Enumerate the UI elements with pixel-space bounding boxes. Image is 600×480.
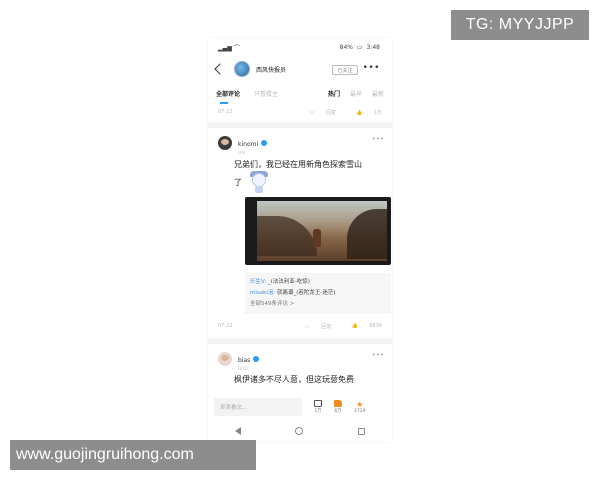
reply-item: misaki泡: 就离谱_(若陀龙王-迷茫) xyxy=(250,288,386,299)
clock: 3:48 xyxy=(366,43,380,51)
sort-earliest[interactable]: 最早 xyxy=(350,89,362,98)
favorite-button[interactable]: ★ 2729 xyxy=(354,399,366,414)
comment-tabs: 全部评论 只看楼主 热门 最早 最新 xyxy=(208,82,392,104)
tab-all-comments[interactable]: 全部评论 xyxy=(216,89,240,104)
sort-hot[interactable]: 热门 xyxy=(328,89,340,98)
username[interactable]: kinomi xyxy=(238,141,258,148)
comment-post: bias LV10 ••• 枫伊诸多不尽人意，但这玩意免费 xyxy=(208,344,392,385)
comment-date: 07-22 xyxy=(218,323,233,329)
thumb-up-icon: 👍 xyxy=(351,322,358,329)
user-level: LV9 xyxy=(238,150,246,155)
sticker-image xyxy=(248,171,270,193)
comment-header: kinomi LV9 xyxy=(218,131,382,155)
comment-actions: ▭ 回复 👍 1万 xyxy=(290,109,382,116)
followed-button[interactable]: 已关注 xyxy=(332,65,358,75)
comment-count-button[interactable]: 1万 xyxy=(314,400,322,414)
reply-author[interactable]: 乐生V: xyxy=(250,279,266,285)
video-thumbnail[interactable] xyxy=(245,197,391,265)
reply-preview[interactable]: 乐生V: _(法法利亚-吃惊) misaki泡: 就离谱_(若陀龙王-迷茫) 全… xyxy=(245,273,391,314)
reply-text: 就离谱_(若陀龙王-迷茫) xyxy=(275,290,336,296)
comment-text-line2: 了 xyxy=(234,171,382,193)
watermark: www.guojingruihong.com xyxy=(10,440,256,470)
verified-badge-icon xyxy=(253,356,260,362)
status-right: 84% ▭ 3:48 xyxy=(340,44,382,51)
reply-label: 回复 xyxy=(325,109,336,116)
like-count: 1万 xyxy=(373,109,382,116)
user-info: bias LV10 xyxy=(238,347,260,371)
like-button[interactable]: 👍 8634 xyxy=(341,323,382,330)
tab-author-only[interactable]: 只看楼主 xyxy=(254,89,278,98)
like-count-button[interactable]: 6万 xyxy=(334,400,342,414)
reply-author[interactable]: misaki泡: xyxy=(250,290,275,296)
nav-home-icon[interactable] xyxy=(295,427,304,435)
comment-text-tail: 了 xyxy=(234,177,242,187)
favorite-count: 2729 xyxy=(354,408,366,414)
avatar[interactable] xyxy=(218,136,232,150)
user-level: LV10 xyxy=(238,366,248,371)
sticker-body xyxy=(255,186,263,193)
user-info: kinomi LV9 xyxy=(238,131,268,155)
phone-screen: ▂▄▆ ⌒ 84% ▭ 3:48 西风快报员 已关注 ••• 全部评论 只看楼主… xyxy=(208,38,392,442)
tg-badge: TG: MYYJJPP xyxy=(451,10,589,40)
topic-avatar[interactable] xyxy=(234,61,250,77)
status-bar: ▂▄▆ ⌒ 84% ▭ 3:48 xyxy=(208,38,392,56)
comment-count: 1万 xyxy=(314,409,322,414)
back-arrow-icon[interactable] xyxy=(214,63,226,75)
bottom-action-bar: 发表看法... 1万 6万 ★ 2729 xyxy=(208,394,392,420)
reply-item: 乐生V: _(法法利亚-吃惊) xyxy=(250,277,386,288)
like-button[interactable]: 👍 1万 xyxy=(346,109,382,116)
comment-meta: 07-22 ▭ 回复 👍 8634 xyxy=(208,320,392,332)
reply-button[interactable]: ▭ 回复 xyxy=(300,109,336,116)
sort-options: 热门 最早 最新 xyxy=(318,89,384,98)
comment-icon xyxy=(314,400,322,407)
avatar[interactable] xyxy=(218,352,232,366)
battery-level: 84% xyxy=(339,43,353,51)
sticker-head xyxy=(252,173,266,187)
comment-date: 07-22 xyxy=(218,109,233,115)
like-total: 6万 xyxy=(334,409,342,414)
comment-header: bias LV10 xyxy=(218,347,382,371)
reply-icon: ▭ xyxy=(305,323,310,330)
like-count: 8634 xyxy=(369,322,382,329)
video-character xyxy=(313,229,321,247)
nav-back-icon[interactable] xyxy=(235,427,242,435)
comment-text: 枫伊诸多不尽人意，但这玩意免费 xyxy=(234,375,354,384)
prev-comment-meta: 07-22 ▭ 回复 👍 1万 xyxy=(208,106,392,118)
more-icon[interactable]: ••• xyxy=(372,135,384,143)
username[interactable]: bias xyxy=(238,357,250,364)
topic-name[interactable]: 西风快报员 xyxy=(256,65,286,74)
reply-text: _(法法利亚-吃惊) xyxy=(266,279,310,285)
all-replies-link[interactable]: 全部549条评论 > xyxy=(250,299,386,310)
comment-actions: ▭ 回复 👍 8634 xyxy=(285,323,382,330)
star-icon: ★ xyxy=(356,399,364,409)
thumb-up-icon: 👍 xyxy=(355,109,363,116)
battery-icon: ▭ xyxy=(356,43,363,51)
comment-post: kinomi LV9 ••• 兄弟们，我已经在用新角色探索雪山 了 乐生V: _… xyxy=(208,128,392,314)
reply-label: 回复 xyxy=(321,323,332,330)
comment-input[interactable]: 发表看法... xyxy=(214,398,302,416)
reply-icon: ▭ xyxy=(309,109,315,116)
verified-badge-icon xyxy=(261,140,268,146)
reply-button[interactable]: ▭ 回复 xyxy=(295,323,331,330)
nav-recents-icon[interactable] xyxy=(357,427,365,435)
thumb-up-icon xyxy=(334,400,342,407)
top-bar: 西风快报员 已关注 ••• xyxy=(208,56,392,82)
more-horizontal-icon[interactable]: ••• xyxy=(363,63,380,73)
video-scene xyxy=(257,201,387,261)
more-icon[interactable]: ••• xyxy=(372,351,384,359)
system-nav-bar xyxy=(208,420,392,442)
signal-icon: ▂▄▆ ⌒ xyxy=(218,44,240,52)
comment-text: 兄弟们，我已经在用新角色探索雪山 xyxy=(234,160,362,169)
sort-latest[interactable]: 最新 xyxy=(372,89,384,98)
signal-indicator: ▂▄▆ ⌒ xyxy=(218,43,242,52)
